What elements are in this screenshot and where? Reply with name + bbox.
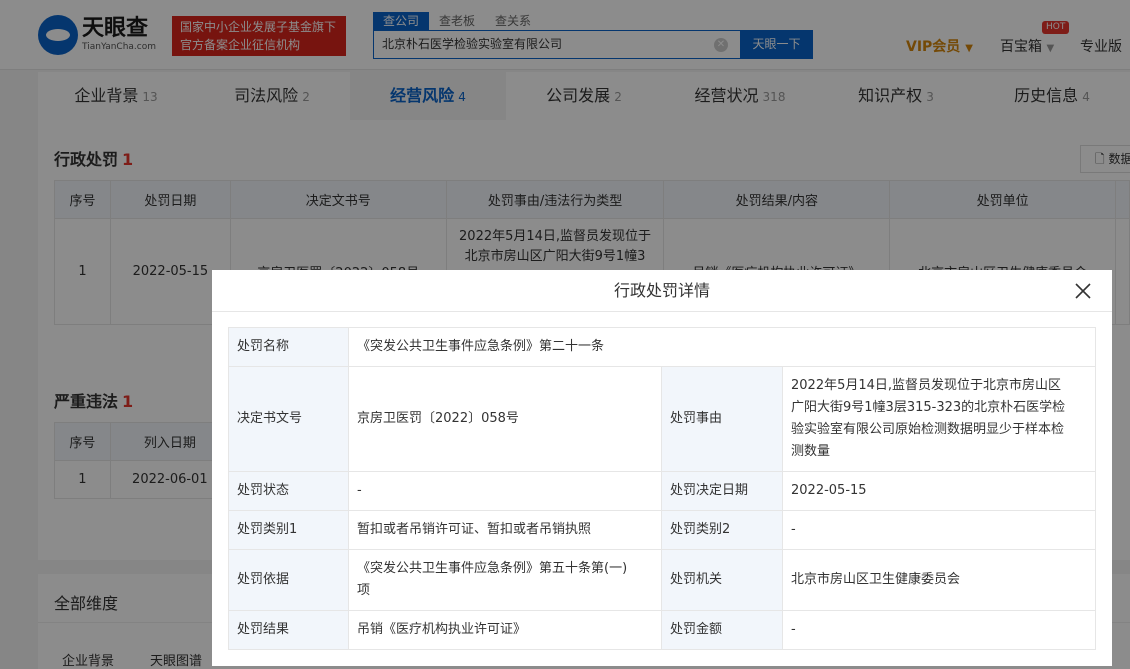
doc-number-value: 京房卫医罚〔2022〕058号	[348, 366, 662, 472]
penalty-authority-value[interactable]: 北京市房山区卫生健康委员会	[782, 549, 1096, 611]
field-label: 处罚事由	[661, 366, 783, 472]
penalty-name-value: 《突发公共卫生事件应急条例》第二十一条	[348, 327, 1096, 367]
field-label: 处罚状态	[228, 471, 349, 511]
penalty-amount-value: -	[782, 610, 1096, 650]
field-label: 处罚类别2	[661, 510, 783, 550]
field-label: 处罚结果	[228, 610, 349, 650]
penalty-detail-modal: 行政处罚详情 处罚名称 《突发公共卫生事件应急条例》第二十一条 决定书文号 京房…	[212, 270, 1112, 666]
penalty-result-value: 吊销《医疗机构执业许可证》	[348, 610, 662, 650]
close-icon[interactable]	[1072, 280, 1094, 302]
field-label: 处罚依据	[228, 549, 349, 611]
penalty-detail-table: 处罚名称 《突发公共卫生事件应急条例》第二十一条 决定书文号 京房卫医罚〔202…	[228, 327, 1096, 650]
decision-date-value: 2022-05-15	[782, 471, 1096, 511]
field-label: 处罚类别1	[228, 510, 349, 550]
penalty-basis-value: 《突发公共卫生事件应急条例》第五十条第(一) 项	[348, 549, 662, 611]
field-label: 决定书文号	[228, 366, 349, 472]
field-label: 处罚决定日期	[661, 471, 783, 511]
penalty-reason-value: 2022年5月14日,监督员发现位于北京市房山区 广阳大街9号1幢3层315-3…	[782, 366, 1096, 472]
field-label: 处罚金额	[661, 610, 783, 650]
penalty-status-value: -	[348, 471, 662, 511]
field-label: 处罚名称	[228, 327, 349, 367]
field-label: 处罚机关	[661, 549, 783, 611]
penalty-type2-value: -	[782, 510, 1096, 550]
penalty-type1-value: 暂扣或者吊销许可证、暂扣或者吊销执照	[348, 510, 662, 550]
modal-title: 行政处罚详情	[212, 270, 1112, 312]
